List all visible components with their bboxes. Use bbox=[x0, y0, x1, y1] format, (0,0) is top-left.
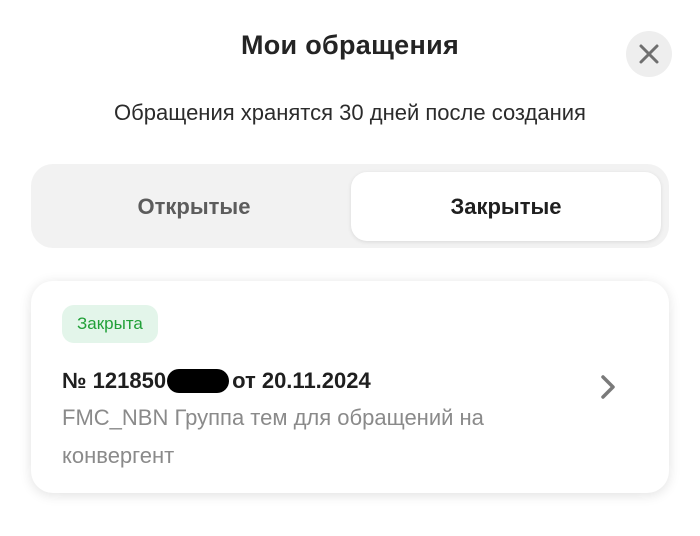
request-number: № 121850 bbox=[62, 368, 167, 393]
request-date: от 20.11.2024 bbox=[232, 368, 371, 393]
tab-closed[interactable]: Закрытые bbox=[351, 172, 661, 241]
status-tabs: Открытые Закрытые bbox=[31, 164, 669, 248]
request-topic: FMC_NBN Группа тем для обращений на конв… bbox=[62, 405, 484, 468]
retention-note: Обращения хранятся 30 дней после создани… bbox=[114, 100, 586, 125]
redaction-mark bbox=[167, 369, 230, 393]
close-button[interactable] bbox=[626, 31, 672, 77]
status-badge: Закрыта bbox=[62, 305, 158, 343]
request-number-line: № 121850 от 20.11.2024 bbox=[62, 365, 371, 397]
tab-open[interactable]: Открытые bbox=[39, 172, 349, 241]
page-title: Мои обращения bbox=[240, 30, 460, 60]
close-icon bbox=[639, 44, 659, 64]
requests-screen: Мои обращения Обращения хранятся 30 дней… bbox=[0, 0, 700, 536]
request-card[interactable]: Закрыта № 121850 от 20.11.2024 FMC_NBN Г… bbox=[31, 281, 669, 493]
chevron-right-icon[interactable] bbox=[595, 374, 621, 400]
